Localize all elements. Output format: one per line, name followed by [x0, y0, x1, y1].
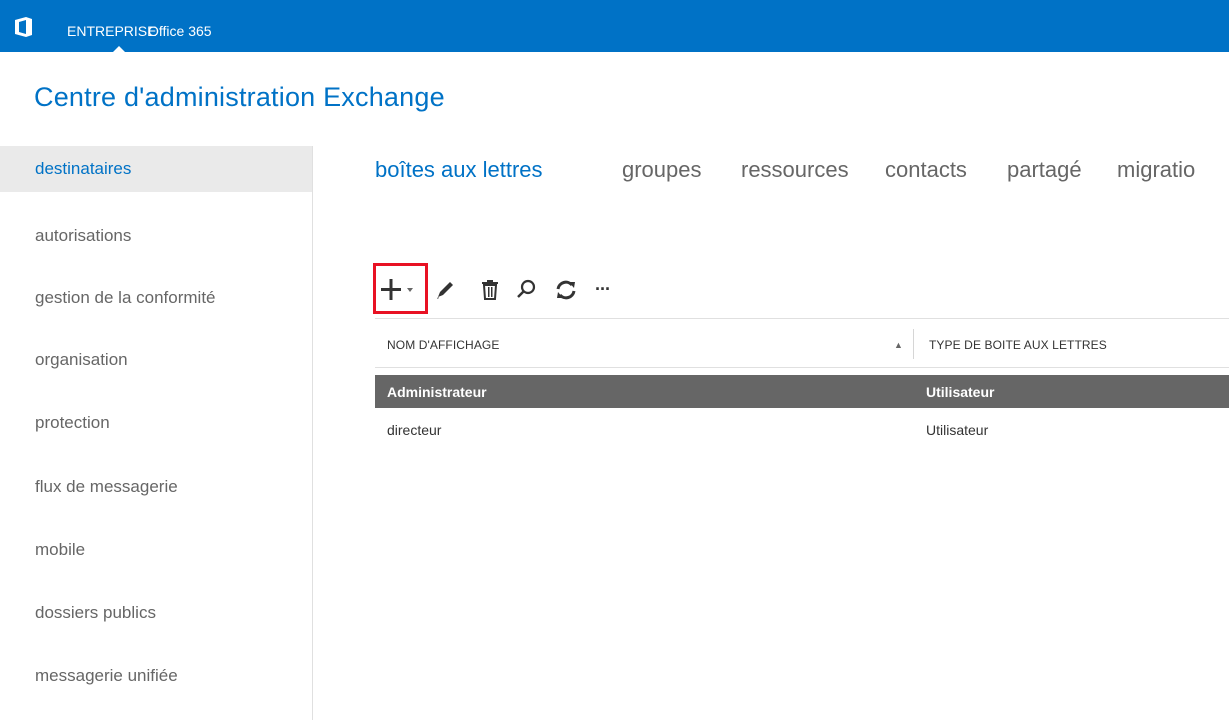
- cell-display-name: directeur: [387, 422, 442, 438]
- sidebar-item-protection[interactable]: protection: [0, 400, 312, 446]
- search-button[interactable]: [515, 278, 537, 302]
- sidebar-divider: [312, 146, 313, 720]
- table-row[interactable]: Administrateur Utilisateur: [375, 375, 1229, 408]
- table-header: NOM D'AFFICHAGE ▲ TYPE DE BOITE AUX LETT…: [375, 318, 1229, 368]
- more-icon: ···: [595, 279, 611, 299]
- table-row[interactable]: directeur Utilisateur: [375, 413, 1229, 446]
- sidebar-item-destinataires[interactable]: destinataires: [0, 146, 312, 192]
- delete-icon: [482, 280, 498, 300]
- column-divider[interactable]: [913, 329, 914, 359]
- topbar-product-link[interactable]: Office 365: [148, 23, 212, 39]
- office-logo-icon[interactable]: [15, 17, 32, 37]
- top-navigation-bar: ENTREPRISE Office 365: [0, 0, 1229, 52]
- sidebar-item-dossiers-publics[interactable]: dossiers publics: [0, 590, 312, 636]
- column-header-mailbox-type[interactable]: TYPE DE BOITE AUX LETTRES: [929, 338, 1107, 352]
- topbar-brand-link[interactable]: ENTREPRISE: [67, 23, 156, 39]
- edit-icon: [437, 282, 453, 299]
- page-title: Centre d'administration Exchange: [34, 82, 445, 112]
- tab-partage[interactable]: partagé: [1007, 157, 1082, 183]
- sidebar-item-organisation[interactable]: organisation: [0, 337, 312, 383]
- sidebar-item-mobile[interactable]: mobile: [0, 527, 312, 573]
- cell-mailbox-type: Utilisateur: [926, 384, 995, 400]
- tab-groupes[interactable]: groupes: [622, 157, 702, 183]
- tab-ressources[interactable]: ressources: [741, 157, 849, 183]
- refresh-icon: [556, 280, 576, 300]
- more-button[interactable]: ···: [595, 279, 611, 300]
- search-icon: [517, 279, 536, 298]
- active-caret: [113, 46, 125, 52]
- sort-ascending-icon[interactable]: ▲: [894, 340, 903, 350]
- sidebar-item-autorisations[interactable]: autorisations: [0, 213, 312, 259]
- sidebar: destinataires autorisations gestion de l…: [0, 146, 312, 720]
- add-button[interactable]: [379, 275, 425, 305]
- cell-mailbox-type: Utilisateur: [926, 422, 989, 438]
- delete-button[interactable]: [479, 278, 501, 302]
- sidebar-item-gestion-conformite[interactable]: gestion de la conformité: [0, 275, 312, 321]
- sidebar-item-flux-messagerie[interactable]: flux de messagerie: [0, 464, 312, 510]
- sidebar-item-messagerie-unifiee[interactable]: messagerie unifiée: [0, 653, 312, 699]
- cell-display-name: Administrateur: [387, 384, 487, 400]
- edit-button[interactable]: [434, 278, 458, 302]
- refresh-button[interactable]: [554, 278, 578, 302]
- tab-boites-aux-lettres[interactable]: boîtes aux lettres: [375, 157, 543, 183]
- tab-migration[interactable]: migratio: [1117, 157, 1195, 183]
- column-header-display-name[interactable]: NOM D'AFFICHAGE: [387, 338, 499, 352]
- tab-contacts[interactable]: contacts: [885, 157, 967, 183]
- add-icon: [381, 279, 413, 300]
